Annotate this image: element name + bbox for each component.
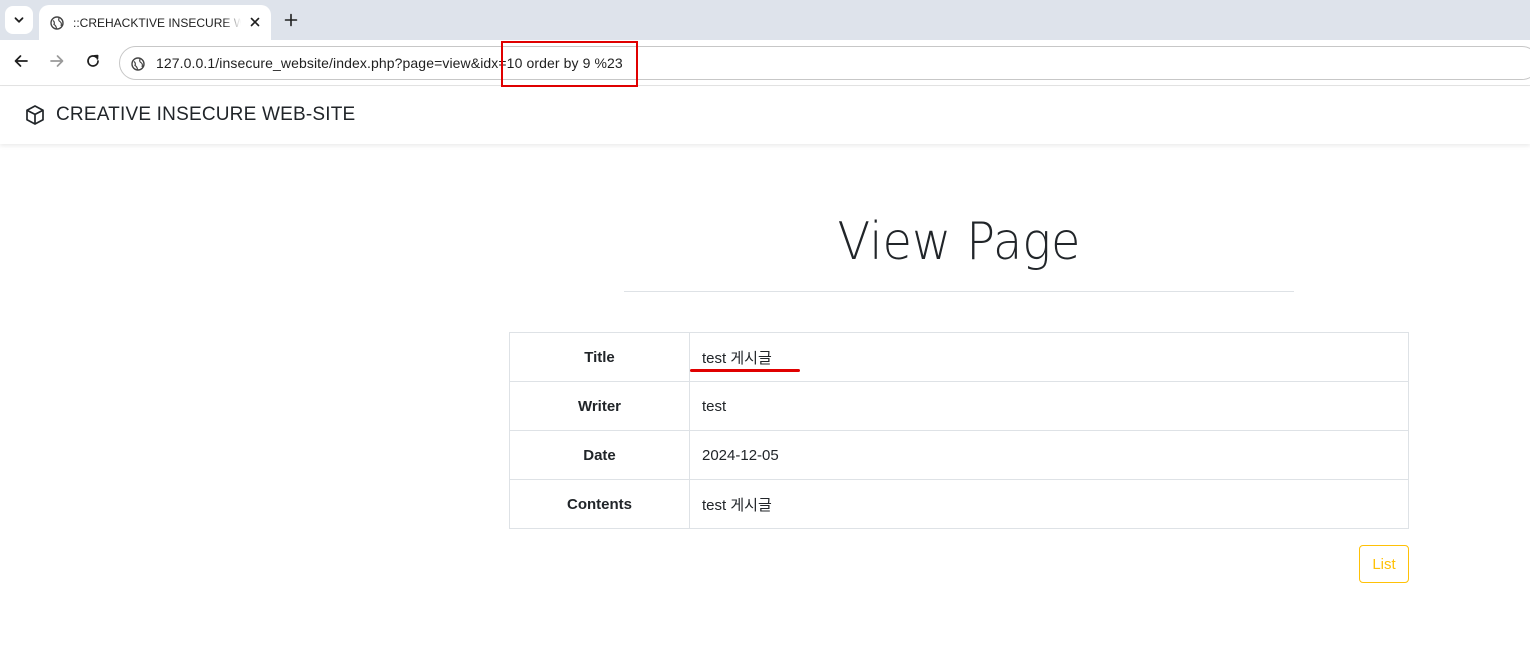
- list-button[interactable]: List: [1359, 545, 1409, 583]
- reload-icon: [85, 53, 101, 73]
- tab-title: ::CREHACKTIVE INSECURE WEB-SITE: [73, 15, 241, 30]
- row-value: test 게시글: [689, 479, 1409, 529]
- row-value: test: [689, 381, 1409, 431]
- table-row: Writer test: [509, 381, 1409, 431]
- tab-search-button[interactable]: [5, 6, 33, 34]
- browser-tab-strip: ::CREHACKTIVE INSECURE WEB-SITE: [0, 0, 1530, 40]
- site-brand[interactable]: CREATIVE INSECURE WEB-SITE: [56, 104, 355, 126]
- url-highlight-annotation: [501, 41, 638, 87]
- site-navbar: CREATIVE INSECURE WEB-SITE: [0, 87, 1530, 144]
- globe-icon: [49, 15, 65, 31]
- row-label: Title: [509, 332, 690, 382]
- browser-tab-active[interactable]: ::CREHACKTIVE INSECURE WEB-SITE: [39, 5, 271, 40]
- new-tab-button[interactable]: [280, 10, 302, 32]
- close-tab-icon[interactable]: [247, 14, 263, 30]
- row-label: Writer: [509, 381, 690, 431]
- forward-button[interactable]: [45, 51, 69, 75]
- heading-divider: [624, 291, 1294, 292]
- row-value: test 게시글: [689, 332, 1409, 382]
- row-value: 2024-12-05: [689, 430, 1409, 480]
- back-button[interactable]: [9, 51, 33, 75]
- browser-toolbar: 127.0.0.1/insecure_website/index.php?pag…: [0, 40, 1530, 86]
- address-bar[interactable]: 127.0.0.1/insecure_website/index.php?pag…: [119, 46, 1530, 80]
- post-detail-table: Title test 게시글 Writer test Date 2024-12-…: [509, 332, 1409, 529]
- arrow-right-icon: [49, 53, 65, 73]
- row-label: Contents: [509, 479, 690, 529]
- table-row: Title test 게시글: [509, 332, 1409, 382]
- table-row: Date 2024-12-05: [509, 430, 1409, 480]
- page-title: View Page: [837, 212, 1081, 272]
- row-label: Date: [509, 430, 690, 480]
- reload-button[interactable]: [81, 51, 105, 75]
- chevron-down-icon: [13, 11, 25, 30]
- site-info-icon[interactable]: [129, 55, 147, 73]
- title-underline-annotation: [690, 369, 800, 372]
- box-icon: [24, 104, 46, 126]
- table-row: Contents test 게시글: [509, 479, 1409, 529]
- arrow-left-icon: [13, 53, 29, 73]
- plus-icon: [284, 12, 298, 31]
